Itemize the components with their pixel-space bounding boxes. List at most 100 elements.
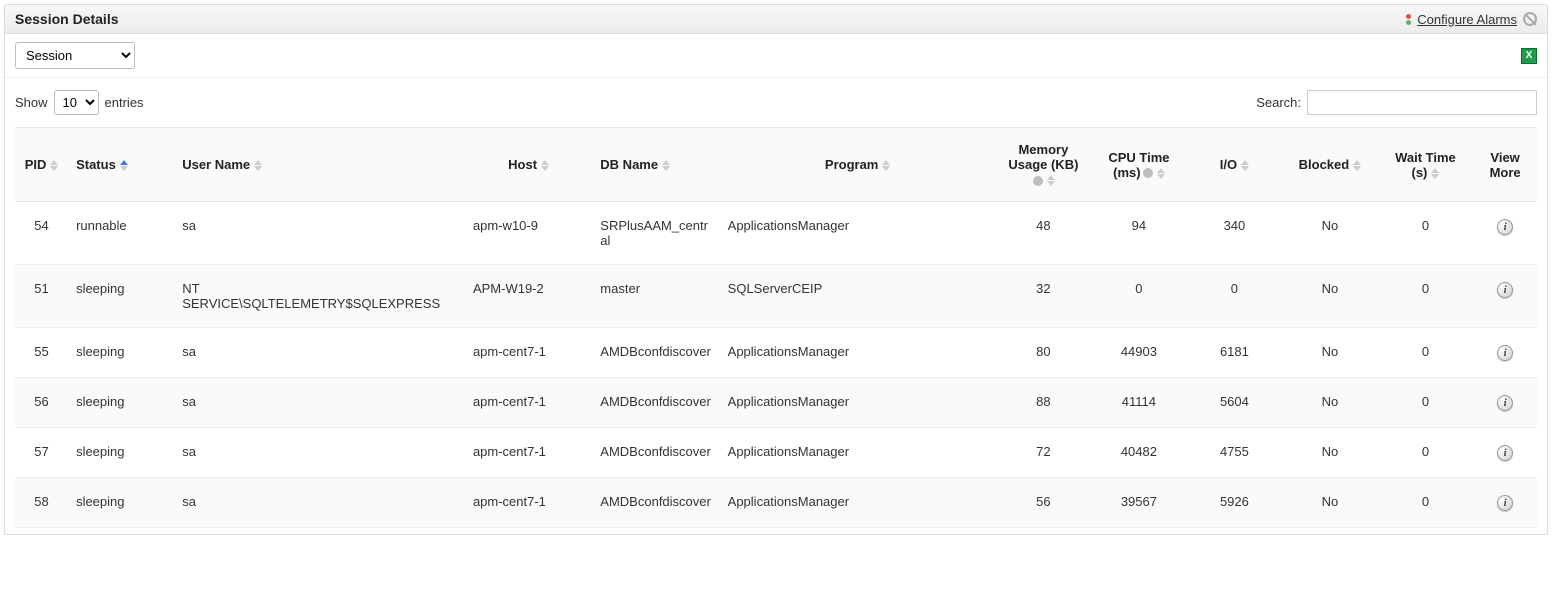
cell-db: AMDBconfdiscover bbox=[592, 478, 719, 528]
sort-icon bbox=[50, 160, 58, 171]
disable-icon[interactable] bbox=[1523, 12, 1537, 26]
cell-io: 5604 bbox=[1187, 378, 1283, 428]
cell-user: sa bbox=[174, 428, 465, 478]
cell-cpu: 44903 bbox=[1091, 328, 1187, 378]
cell-db: master bbox=[592, 265, 719, 328]
table-header-row: PID Status User Name Host DB Name Progra… bbox=[15, 128, 1537, 202]
cell-pid: 56 bbox=[15, 378, 68, 428]
panel-header: Session Details Configure Alarms bbox=[5, 5, 1547, 34]
view-more-icon[interactable]: i bbox=[1497, 219, 1513, 235]
session-details-panel: Session Details Configure Alarms Session… bbox=[4, 4, 1548, 535]
cell-blocked: No bbox=[1282, 428, 1378, 478]
cell-view: i bbox=[1473, 378, 1537, 428]
cell-view: i bbox=[1473, 328, 1537, 378]
cell-pid: 54 bbox=[15, 202, 68, 265]
table-row: 55sleepingsaapm-cent7-1AMDBconfdiscoverA… bbox=[15, 328, 1537, 378]
sort-icon bbox=[1431, 168, 1439, 179]
view-more-icon[interactable]: i bbox=[1497, 345, 1513, 361]
cell-wait: 0 bbox=[1378, 428, 1474, 478]
sort-icon bbox=[882, 160, 890, 171]
view-more-icon[interactable]: i bbox=[1497, 445, 1513, 461]
cell-wait: 0 bbox=[1378, 328, 1474, 378]
cell-pid: 55 bbox=[15, 328, 68, 378]
cell-blocked: No bbox=[1282, 378, 1378, 428]
col-header-wait[interactable]: Wait Time (s) bbox=[1378, 128, 1474, 202]
cell-view: i bbox=[1473, 428, 1537, 478]
col-header-blocked[interactable]: Blocked bbox=[1282, 128, 1378, 202]
cell-host: apm-w10-9 bbox=[465, 202, 592, 265]
cell-wait: 0 bbox=[1378, 265, 1474, 328]
col-header-io[interactable]: I/O bbox=[1187, 128, 1283, 202]
cell-memory: 80 bbox=[996, 328, 1092, 378]
col-header-db[interactable]: DB Name bbox=[592, 128, 719, 202]
sort-icon bbox=[662, 160, 670, 171]
table-row: 58sleepingsaapm-cent7-1AMDBconfdiscoverA… bbox=[15, 478, 1537, 528]
cell-io: 5926 bbox=[1187, 478, 1283, 528]
search-label: Search: bbox=[1256, 95, 1301, 110]
col-header-pid[interactable]: PID bbox=[15, 128, 68, 202]
cell-io: 4755 bbox=[1187, 428, 1283, 478]
table-controls: Show 10 entries Search: bbox=[5, 78, 1547, 121]
cell-wait: 0 bbox=[1378, 478, 1474, 528]
cell-pid: 51 bbox=[15, 265, 68, 328]
col-header-program[interactable]: Program bbox=[720, 128, 996, 202]
sort-icon bbox=[1157, 168, 1165, 179]
col-header-user[interactable]: User Name bbox=[174, 128, 465, 202]
sort-icon bbox=[1047, 175, 1055, 186]
col-header-host[interactable]: Host bbox=[465, 128, 592, 202]
show-label: Show bbox=[15, 95, 48, 110]
cell-view: i bbox=[1473, 265, 1537, 328]
col-header-view: View More bbox=[1473, 128, 1537, 202]
alarm-status-icon bbox=[1406, 14, 1411, 25]
cell-memory: 72 bbox=[996, 428, 1092, 478]
cell-user: NT SERVICE\SQLTELEMETRY$SQLEXPRESS bbox=[174, 265, 465, 328]
sort-icon bbox=[120, 160, 128, 171]
sort-icon bbox=[541, 160, 549, 171]
cell-pid: 58 bbox=[15, 478, 68, 528]
table-row: 56sleepingsaapm-cent7-1AMDBconfdiscoverA… bbox=[15, 378, 1537, 428]
cell-user: sa bbox=[174, 202, 465, 265]
view-more-icon[interactable]: i bbox=[1497, 282, 1513, 298]
table-row: 51sleepingNT SERVICE\SQLTELEMETRY$SQLEXP… bbox=[15, 265, 1537, 328]
cell-io: 0 bbox=[1187, 265, 1283, 328]
sort-icon bbox=[1353, 160, 1361, 171]
col-header-status[interactable]: Status bbox=[68, 128, 174, 202]
search-input[interactable] bbox=[1307, 90, 1537, 115]
sessions-table: PID Status User Name Host DB Name Progra… bbox=[15, 127, 1537, 528]
cell-host: apm-cent7-1 bbox=[465, 478, 592, 528]
cell-program: ApplicationsManager bbox=[720, 478, 996, 528]
panel-header-actions: Configure Alarms bbox=[1406, 12, 1537, 27]
cell-cpu: 94 bbox=[1091, 202, 1187, 265]
sort-icon bbox=[1241, 160, 1249, 171]
page-size-select[interactable]: 10 bbox=[54, 90, 99, 115]
configure-alarms-link[interactable]: Configure Alarms bbox=[1417, 12, 1517, 27]
cell-program: ApplicationsManager bbox=[720, 428, 996, 478]
cell-host: apm-cent7-1 bbox=[465, 428, 592, 478]
cell-user: sa bbox=[174, 478, 465, 528]
session-type-select[interactable]: Session bbox=[15, 42, 135, 69]
cell-program: ApplicationsManager bbox=[720, 202, 996, 265]
cell-memory: 56 bbox=[996, 478, 1092, 528]
cell-memory: 48 bbox=[996, 202, 1092, 265]
table-row: 54runnablesaapm-w10-9SRPlusAAM_centralAp… bbox=[15, 202, 1537, 265]
cell-program: SQLServerCEIP bbox=[720, 265, 996, 328]
cell-cpu: 40482 bbox=[1091, 428, 1187, 478]
metric-dot-icon bbox=[1033, 176, 1043, 186]
cell-db: AMDBconfdiscover bbox=[592, 378, 719, 428]
cell-blocked: No bbox=[1282, 265, 1378, 328]
col-header-memory[interactable]: Memory Usage (KB) bbox=[996, 128, 1092, 202]
table-row: 57sleepingsaapm-cent7-1AMDBconfdiscoverA… bbox=[15, 428, 1537, 478]
cell-cpu: 0 bbox=[1091, 265, 1187, 328]
view-more-icon[interactable]: i bbox=[1497, 395, 1513, 411]
cell-io: 340 bbox=[1187, 202, 1283, 265]
cell-pid: 57 bbox=[15, 428, 68, 478]
view-more-icon[interactable]: i bbox=[1497, 495, 1513, 511]
col-header-cpu[interactable]: CPU Time (ms) bbox=[1091, 128, 1187, 202]
cell-host: apm-cent7-1 bbox=[465, 378, 592, 428]
export-excel-icon[interactable]: X bbox=[1521, 48, 1537, 64]
metric-dot-icon bbox=[1143, 168, 1153, 178]
cell-cpu: 39567 bbox=[1091, 478, 1187, 528]
cell-program: ApplicationsManager bbox=[720, 328, 996, 378]
cell-status: sleeping bbox=[68, 478, 174, 528]
cell-cpu: 41114 bbox=[1091, 378, 1187, 428]
